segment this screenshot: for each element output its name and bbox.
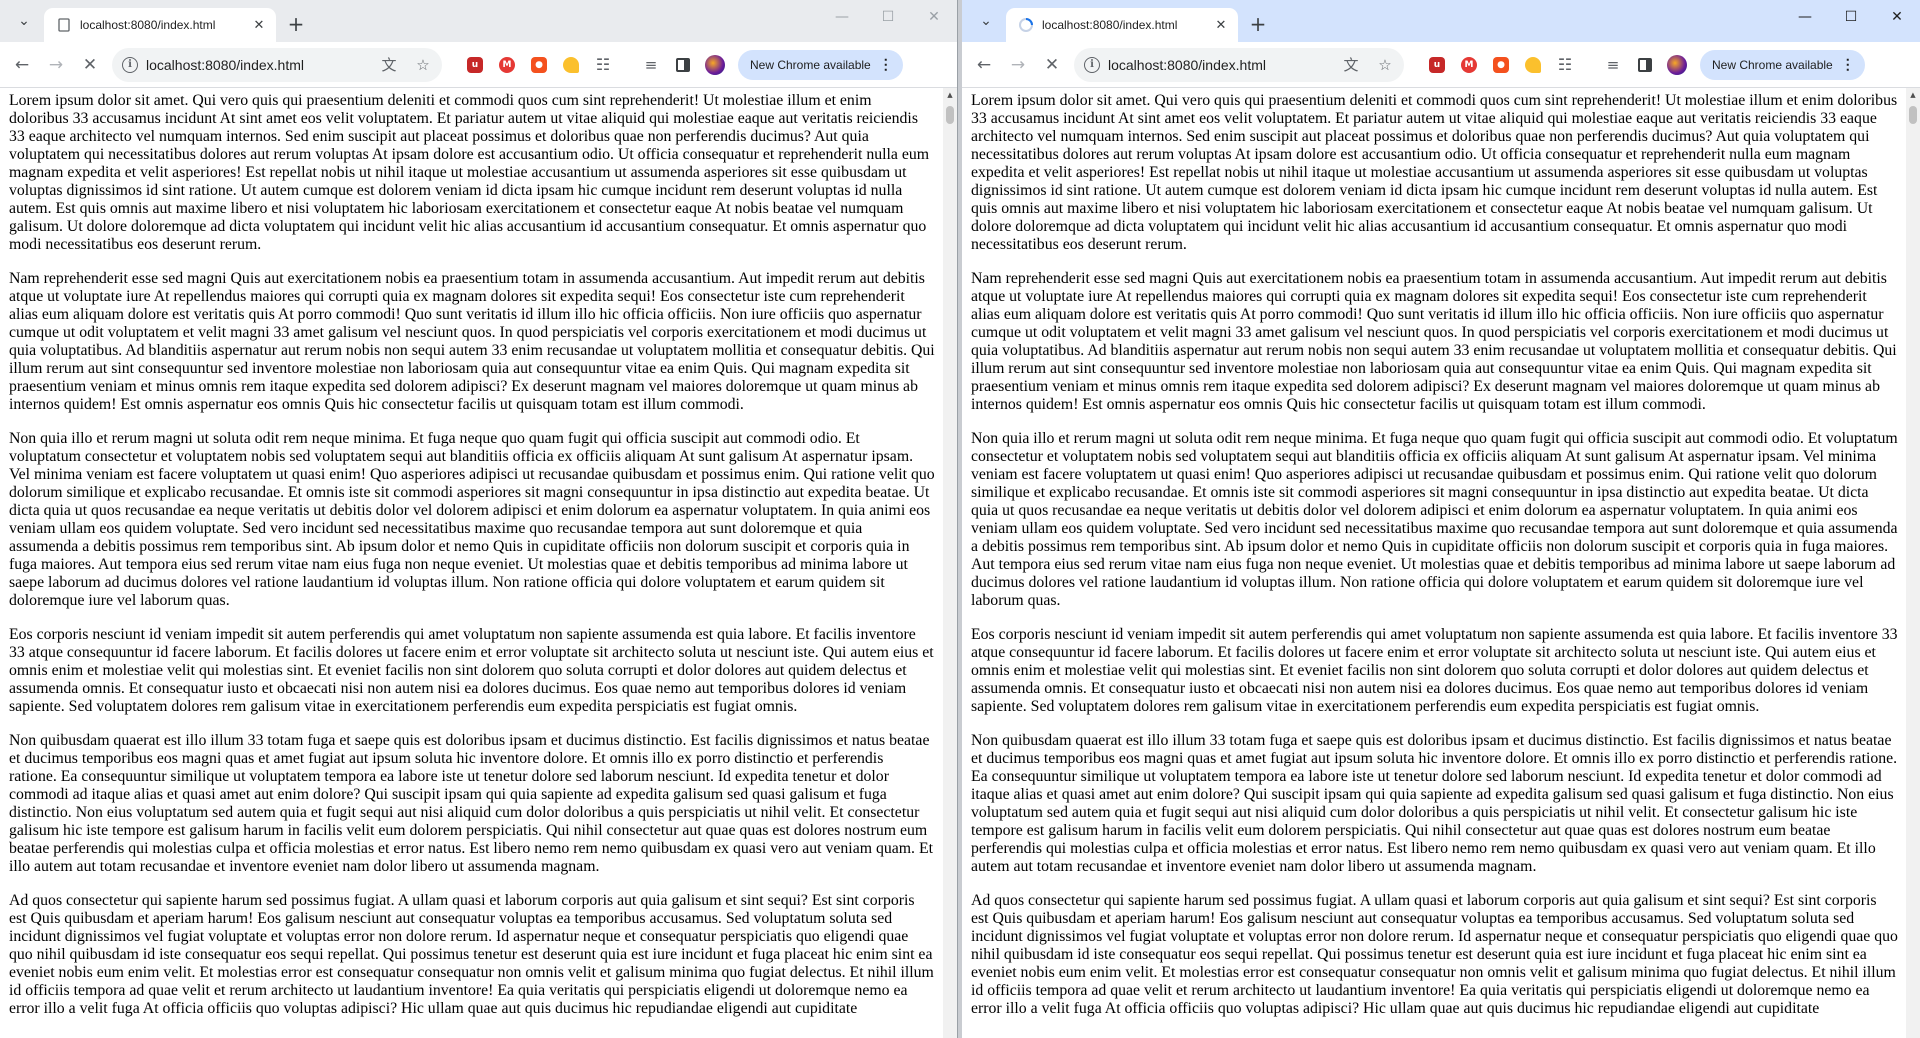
minimize-icon[interactable]: —	[819, 0, 865, 34]
window-controls: — ☐ ✕	[819, 0, 957, 34]
update-label: New Chrome available	[1712, 57, 1833, 72]
paragraph: Non quia illo et rerum magni ut soluta o…	[9, 430, 935, 609]
tab-active[interactable]: localhost:8080/index.html ✕	[1006, 8, 1238, 42]
puzzle-icon[interactable]: ☷	[588, 50, 618, 80]
close-icon[interactable]: ✕	[74, 49, 106, 81]
address-text[interactable]: localhost:8080/index.html	[1108, 57, 1330, 73]
arrow-left-icon[interactable]: ←	[6, 49, 38, 81]
kebab-menu-icon[interactable]: ⋮	[879, 56, 893, 73]
profile-avatar-icon[interactable]	[700, 50, 730, 80]
profile-avatar-icon[interactable]	[1662, 50, 1692, 80]
scroll-up-icon[interactable]: ▲	[1906, 88, 1920, 102]
chevron-down-icon[interactable]: ⌄	[10, 7, 38, 35]
paragraph: Eos corporis nesciunt id veniam impedit …	[971, 626, 1898, 715]
tab-strip: ⌄ localhost:8080/index.html ✕ + — ☐ ✕	[0, 0, 957, 42]
paragraph: Non quibusdam quaerat est illo illum 33 …	[9, 732, 933, 875]
info-icon[interactable]: i	[122, 56, 138, 73]
minimize-icon[interactable]: —	[1782, 0, 1828, 34]
update-button[interactable]: New Chrome available ⋮	[738, 49, 903, 80]
address-text[interactable]: localhost:8080/index.html	[146, 57, 368, 73]
star-icon[interactable]: ☆	[410, 52, 436, 78]
toolbar: ← → ✕ i localhost:8080/index.html 文 ☆ u …	[0, 42, 957, 88]
paragraph: Lorem ipsum dolor sit amet. Qui vero qui…	[971, 92, 1898, 253]
scrollbar[interactable]: ▲	[943, 88, 957, 1038]
maximize-icon[interactable]: ☐	[865, 0, 911, 34]
mail-icon[interactable]: M	[492, 50, 522, 80]
translate-icon[interactable]: 文	[1338, 52, 1364, 78]
side-panel-icon[interactable]	[1630, 50, 1660, 80]
browser-window-right: ⌄ localhost:8080/index.html ✕ + — ☐ ✕ ← …	[962, 0, 1920, 1038]
maximize-icon[interactable]: ☐	[1828, 0, 1874, 34]
lock-extension-icon[interactable]: ●	[524, 50, 554, 80]
page-icon	[56, 17, 72, 33]
bird-icon[interactable]	[1518, 50, 1548, 80]
close-icon[interactable]: ✕	[250, 16, 268, 34]
side-panel-icon[interactable]	[668, 50, 698, 80]
address-bar[interactable]: i localhost:8080/index.html 文 ☆	[112, 47, 442, 82]
arrow-right-icon[interactable]: →	[1002, 49, 1034, 81]
media-queue-icon[interactable]: ≡	[1598, 50, 1628, 80]
page-viewport: Lorem ipsum dolor sit amet. Qui vero qui…	[0, 88, 957, 1038]
page-content: Lorem ipsum dolor sit amet. Qui vero qui…	[962, 88, 1906, 1038]
arrow-left-icon[interactable]: ←	[968, 49, 1000, 81]
update-button[interactable]: New Chrome available ⋮	[1700, 49, 1865, 80]
address-bar[interactable]: i localhost:8080/index.html 文 ☆	[1074, 47, 1404, 82]
close-window-icon[interactable]: ✕	[911, 0, 957, 34]
plus-icon[interactable]: +	[1244, 10, 1272, 38]
tab-active[interactable]: localhost:8080/index.html ✕	[44, 8, 276, 42]
media-queue-icon[interactable]: ≡	[636, 50, 666, 80]
paragraph: Ad quos consectetur qui sapiente harum s…	[971, 892, 1898, 1017]
page-viewport: Lorem ipsum dolor sit amet. Qui vero qui…	[962, 88, 1920, 1038]
plus-icon[interactable]: +	[282, 10, 310, 38]
puzzle-icon[interactable]: ☷	[1550, 50, 1580, 80]
translate-icon[interactable]: 文	[376, 52, 402, 78]
paragraph: Ad quos consectetur qui sapiente harum s…	[9, 892, 934, 1017]
scrollbar-thumb[interactable]	[1909, 106, 1917, 124]
paragraph: Non quibusdam quaerat est illo illum 33 …	[971, 732, 1898, 875]
tab-title: localhost:8080/index.html	[1042, 18, 1178, 32]
toolbar: ← → ✕ i localhost:8080/index.html 文 ☆ u …	[962, 42, 1920, 88]
browser-window-left: ⌄ localhost:8080/index.html ✕ + — ☐ ✕ ← …	[0, 0, 958, 1038]
lock-extension-icon[interactable]: ●	[1486, 50, 1516, 80]
info-icon[interactable]: i	[1084, 56, 1100, 73]
ublock-icon[interactable]: u	[1422, 50, 1452, 80]
arrow-right-icon[interactable]: →	[40, 49, 72, 81]
scroll-up-icon[interactable]: ▲	[943, 88, 957, 102]
mail-icon[interactable]: M	[1454, 50, 1484, 80]
close-icon[interactable]: ✕	[1212, 16, 1230, 34]
loading-spinner-icon	[1018, 17, 1034, 33]
paragraph: Eos corporis nesciunt id veniam impedit …	[9, 626, 934, 715]
tab-strip: ⌄ localhost:8080/index.html ✕ + — ☐ ✕	[962, 0, 1920, 42]
chevron-down-icon[interactable]: ⌄	[972, 7, 1000, 35]
scrollbar-thumb[interactable]	[946, 106, 954, 124]
ublock-icon[interactable]: u	[460, 50, 490, 80]
paragraph: Non quia illo et rerum magni ut soluta o…	[971, 430, 1898, 609]
paragraph: Nam reprehenderit esse sed magni Quis au…	[971, 270, 1897, 413]
window-controls: — ☐ ✕	[1782, 0, 1920, 34]
update-label: New Chrome available	[750, 57, 871, 72]
scrollbar[interactable]: ▲	[1906, 88, 1920, 1038]
paragraph: Lorem ipsum dolor sit amet. Qui vero qui…	[9, 92, 930, 253]
page-content: Lorem ipsum dolor sit amet. Qui vero qui…	[0, 88, 943, 1038]
bird-icon[interactable]	[556, 50, 586, 80]
star-icon[interactable]: ☆	[1372, 52, 1398, 78]
close-window-icon[interactable]: ✕	[1874, 0, 1920, 34]
paragraph: Nam reprehenderit esse sed magni Quis au…	[9, 270, 935, 413]
close-icon[interactable]: ✕	[1036, 49, 1068, 81]
kebab-menu-icon[interactable]: ⋮	[1841, 56, 1855, 73]
tab-title: localhost:8080/index.html	[80, 18, 216, 32]
